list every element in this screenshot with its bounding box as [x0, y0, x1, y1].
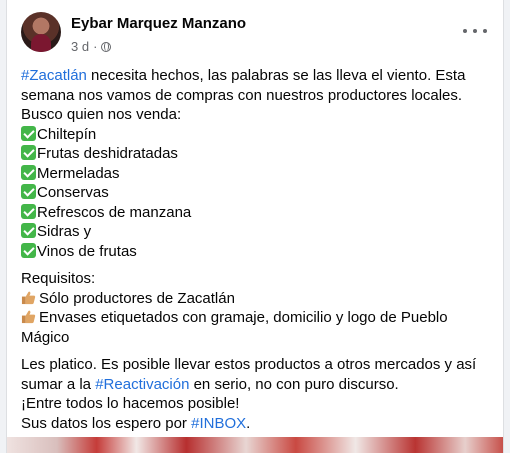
globe-icon[interactable]: [101, 41, 112, 52]
post-time[interactable]: 3 d: [71, 39, 89, 54]
thumbs-up-icon: [21, 291, 36, 304]
text-line: Busco quien nos venda:: [21, 106, 182, 123]
post-text: #Zacatlán necesita hechos, las palabras …: [21, 66, 499, 433]
text-segment: Sus datos los espero por: [21, 414, 192, 432]
check-mark-icon: [21, 145, 36, 160]
text-line: semana nos vamos de compras con nuestros…: [21, 86, 463, 104]
text-line: ¡Entre todos lo hacemos posible!: [21, 395, 240, 412]
hashtag-zacatlan[interactable]: #Zacatlán: [21, 67, 87, 84]
text-segment: sumar a la: [21, 375, 96, 393]
list-item: Mermeladas: [37, 164, 120, 182]
author-name[interactable]: Eybar Marquez Manzano: [71, 15, 246, 32]
check-mark-icon: [21, 184, 36, 199]
post-card: Eybar Marquez Manzano 3 d · #Zacatlán ne…: [6, 0, 504, 453]
hashtag-inbox[interactable]: #INBOX: [191, 415, 246, 432]
text-line: Les platico. Es posible llevar estos pro…: [21, 356, 477, 373]
check-mark-icon: [21, 164, 36, 180]
requirement-item: Envases etiquetados con gramaje, domicil…: [39, 309, 448, 326]
meta-dot: ·: [93, 39, 98, 54]
post-meta: 3 d ·: [71, 39, 112, 54]
avatar[interactable]: [21, 12, 61, 52]
text-line: Mágico: [21, 328, 70, 346]
check-mark-icon: [21, 242, 36, 258]
text-line: necesita hechos, las palabras se las lle…: [86, 67, 466, 84]
list-item: Chiltepín: [37, 125, 97, 143]
text-segment: en serio, no con puro discurso.: [189, 375, 399, 393]
check-mark-icon: [21, 125, 36, 141]
check-mark-icon: [21, 203, 36, 219]
text-segment: .: [246, 414, 251, 432]
list-item: Frutas deshidratadas: [37, 145, 178, 162]
list-item: Conservas: [37, 184, 109, 201]
hashtag-reactivacion[interactable]: #Reactivación: [95, 376, 189, 393]
thumbs-up-icon: [21, 310, 36, 324]
list-item: Sidras y: [37, 223, 92, 240]
check-mark-icon: [21, 223, 36, 238]
list-item: Refrescos de manzana: [37, 203, 192, 221]
list-item: Vinos de frutas: [37, 242, 137, 260]
more-options-icon[interactable]: [463, 24, 487, 38]
requirement-item: Sólo productores de Zacatlán: [39, 289, 235, 307]
post-photo[interactable]: [7, 437, 503, 453]
requirements-title: Requisitos:: [21, 270, 96, 287]
post-header: Eybar Marquez Manzano 3 d ·: [7, 0, 503, 66]
